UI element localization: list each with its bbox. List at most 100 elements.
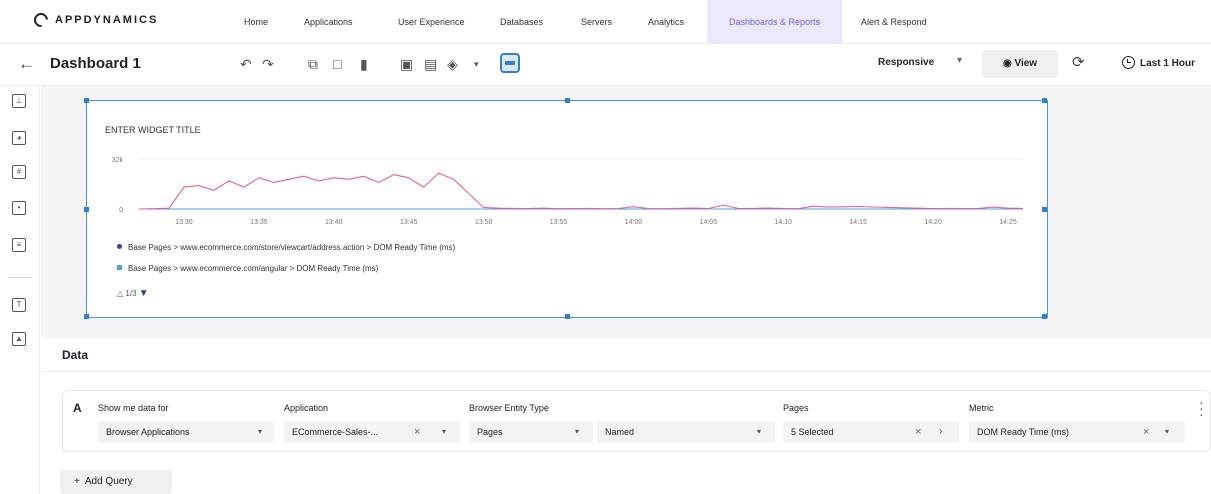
- text-widget-icon[interactable]: T: [12, 298, 26, 312]
- time-range-picker[interactable]: Last 1 Hour: [1122, 56, 1195, 69]
- distribute-icon[interactable]: ▤: [424, 56, 437, 73]
- chevron-down-icon: ▾: [575, 427, 580, 436]
- view-button[interactable]: ◉ View: [982, 50, 1058, 78]
- x-tick-label: 14:25: [999, 219, 1017, 226]
- palette-divider: [8, 277, 32, 278]
- x-tick-label: 14:05: [700, 219, 718, 226]
- widget-properties-icon[interactable]: [500, 53, 520, 73]
- undo-icon[interactable]: ↶: [240, 56, 252, 73]
- nav-item-applications[interactable]: Applications: [304, 0, 353, 44]
- align-icon[interactable]: ▣: [400, 56, 413, 73]
- select-value: Pages: [477, 427, 503, 437]
- pie-widget-icon[interactable]: ◕: [12, 131, 26, 145]
- query-row: A Show me data for Browser Applications …: [62, 390, 1211, 452]
- brand-logo[interactable]: APPDYNAMICS: [31, 10, 159, 30]
- chevron-right-icon[interactable]: ›: [939, 421, 942, 443]
- layers-caret-icon[interactable]: ▾: [474, 59, 479, 70]
- field-label: Application: [284, 403, 329, 413]
- nav-item-dashboards-reports[interactable]: Dashboards & Reports: [707, 0, 842, 44]
- time-series-widget-icon[interactable]: ⊥: [12, 94, 26, 108]
- redo-icon[interactable]: ↷: [262, 56, 274, 73]
- chevron-down-icon: ▾: [258, 427, 263, 436]
- nav-item-analytics[interactable]: Analytics: [648, 0, 684, 44]
- x-tick-label: 13:45: [400, 219, 418, 226]
- x-tick-label: 13:40: [325, 219, 343, 226]
- select-value: Named: [605, 427, 635, 437]
- plus-icon: +: [74, 476, 80, 487]
- kebab-menu-icon[interactable]: · · ·: [1199, 395, 1204, 421]
- x-tick-label: 14:10: [775, 219, 793, 226]
- x-tick-label: 14:00: [625, 219, 643, 226]
- image-widget-icon[interactable]: ▲: [12, 332, 26, 346]
- chevron-down-icon: ▾: [442, 427, 447, 436]
- top-nav: APPDYNAMICS Home Applications User Exper…: [0, 0, 1211, 44]
- legend-marker: [117, 244, 122, 249]
- x-tick-label: 13:30: [175, 219, 193, 226]
- clear-icon[interactable]: ×: [414, 421, 420, 443]
- x-tick-label: 14:20: [924, 219, 942, 226]
- gauge-widget-icon[interactable]: •: [12, 201, 26, 215]
- page-title: Dashboard 1: [50, 55, 141, 72]
- appdynamics-logo-icon: [31, 10, 51, 30]
- field-label: Browser Entity Type: [469, 403, 549, 413]
- nav-item-alert-respond[interactable]: Alert & Respond: [861, 0, 927, 44]
- widget-palette: ⊥ ◕ # • ≡ T ▲: [0, 86, 40, 494]
- clock-icon: [1122, 56, 1135, 69]
- field-label: Pages: [783, 403, 809, 413]
- chevron-down-icon: ▾: [757, 427, 762, 436]
- legend-item[interactable]: Base Pages > www.ecommerce.com/store/vie…: [117, 243, 455, 252]
- legend-item[interactable]: Base Pages > www.ecommerce.com/angular >…: [117, 264, 378, 273]
- select-value: DOM Ready Time (ms): [977, 427, 1070, 437]
- chevron-down-icon[interactable]: ▾: [957, 55, 962, 66]
- chevron-down-icon: ▾: [1165, 427, 1170, 436]
- select-value: 5 Selected: [791, 427, 834, 437]
- dashboard-toolbar: ← Dashboard 1 ↶ ↷ ⧉ □ ▮ ▣ ▤ ◈ ▾ Responsi…: [0, 44, 1211, 86]
- add-query-button[interactable]: + Add Query: [60, 470, 172, 494]
- pager-up-icon[interactable]: △: [117, 289, 123, 298]
- delete-icon[interactable]: ▮: [360, 56, 368, 73]
- pager-down-icon[interactable]: ▼: [139, 288, 149, 299]
- x-tick-label: 13:50: [475, 219, 493, 226]
- metric-select[interactable]: DOM Ready Time (ms) × ▾: [969, 421, 1185, 443]
- time-range-label: Last 1 Hour: [1140, 58, 1196, 69]
- select-value: Browser Applications: [106, 427, 190, 437]
- eye-icon: ◉: [1002, 58, 1012, 69]
- list-widget-icon[interactable]: ≡: [12, 238, 26, 252]
- y-tick-label: 32k: [112, 157, 124, 164]
- brand-name: APPDYNAMICS: [55, 14, 159, 26]
- nav-item-user-experience[interactable]: User Experience: [398, 0, 465, 44]
- legend-label: Base Pages > www.ecommerce.com/store/vie…: [128, 243, 456, 252]
- pager-text: 1/3: [125, 289, 137, 298]
- clear-icon[interactable]: ×: [915, 421, 921, 443]
- chart-widget[interactable]: ENTER WIDGET TITLE 32k 0 13:30 13:35 13:40 13…: [84, 98, 1048, 319]
- layers-icon[interactable]: ◈: [447, 56, 458, 73]
- nav-item-servers[interactable]: Servers: [581, 0, 612, 44]
- refresh-icon[interactable]: ⟳: [1072, 53, 1085, 71]
- x-tick-label: 13:35: [250, 219, 268, 226]
- y-tick-label: 0: [119, 207, 123, 214]
- legend-pager: △ 1/3 ▼: [117, 288, 149, 299]
- field-label: Show me data for: [98, 403, 169, 413]
- legend-marker: [117, 265, 122, 270]
- metric-number-widget-icon[interactable]: #: [12, 165, 26, 179]
- series-line: [138, 172, 1024, 210]
- nav-item-databases[interactable]: Databases: [500, 0, 543, 44]
- query-letter: A: [73, 401, 82, 415]
- clear-icon[interactable]: ×: [1143, 421, 1149, 443]
- pages-match-select[interactable]: Named ▾: [597, 421, 775, 443]
- show-me-data-select[interactable]: Browser Applications ▾: [98, 421, 274, 443]
- line-chart: 32k 0 13:30 13:35 13:40 13:45 13:50 13:55 14:00 1…: [112, 157, 1024, 226]
- data-section-title: Data: [62, 348, 89, 362]
- paste-icon[interactable]: □: [333, 56, 341, 72]
- browser-entity-type-select[interactable]: Pages ▾: [469, 421, 593, 443]
- view-button-label: View: [1014, 58, 1038, 69]
- x-tick-label: 13:55: [550, 219, 568, 226]
- back-arrow-icon[interactable]: ←: [18, 54, 35, 74]
- pages-select[interactable]: 5 Selected × ›: [783, 421, 959, 443]
- nav-item-home[interactable]: Home: [244, 0, 268, 44]
- field-label: Metric: [969, 403, 994, 413]
- responsive-select[interactable]: Responsive: [878, 57, 934, 68]
- copy-icon[interactable]: ⧉: [308, 56, 318, 73]
- application-select[interactable]: ECommerce-Sales-... × ▾: [284, 421, 460, 443]
- x-tick-label: 14:15: [849, 219, 867, 226]
